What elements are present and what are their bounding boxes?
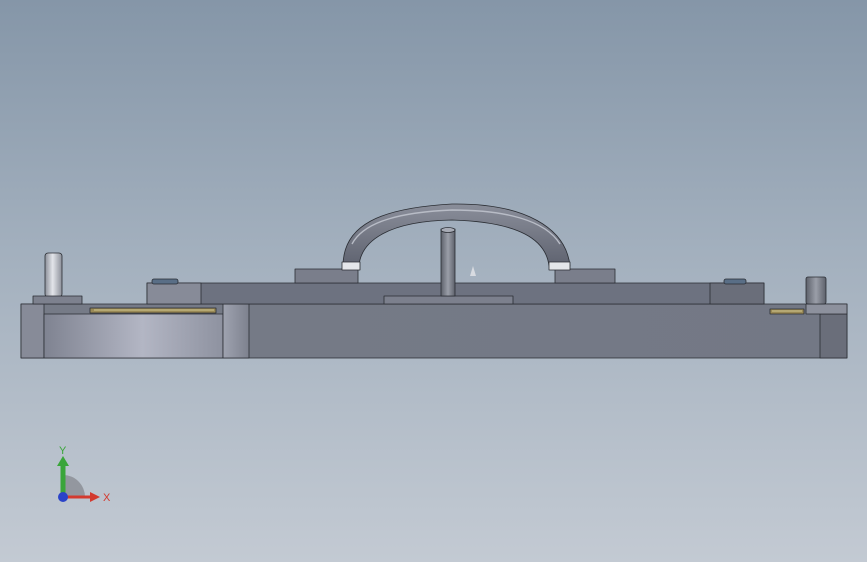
arch-handle[interactable] [342,203,571,267]
graphics-viewport[interactable]: Y X [0,0,867,562]
model-view[interactable] [0,0,867,562]
left-guide-pin[interactable] [44,252,63,298]
right-step-block[interactable] [805,303,848,315]
base-divider-block[interactable] [222,303,250,359]
triad-y-label: Y [59,445,67,457]
base-right-end[interactable] [819,313,848,359]
arch-right-foot[interactable] [548,261,571,271]
upper-plate-left-cap[interactable] [146,282,202,305]
left-screw-head [151,278,179,285]
right-guide-post[interactable] [805,276,827,305]
triad-x-arrowhead [90,492,100,502]
orientation-triad[interactable]: Y X [44,440,124,510]
base-left-block[interactable] [43,313,224,359]
right-boss[interactable] [554,268,616,284]
view-cursor-icon [470,266,476,276]
right-strip [769,308,805,315]
base-left-end[interactable] [20,303,45,359]
center-post-top [440,227,456,233]
center-post[interactable] [440,228,456,297]
upper-plate-right-cap[interactable] [709,282,765,305]
center-insert[interactable] [383,295,514,305]
triad-x-label: X [103,492,111,504]
left-pin-collar[interactable] [32,295,83,305]
left-strip [89,307,217,314]
right-screw-head [723,278,747,285]
left-boss[interactable] [294,268,359,284]
triad-z-axis-dot [58,492,68,502]
triad-y-arrowhead [57,456,69,466]
arch-left-foot[interactable] [341,261,361,271]
